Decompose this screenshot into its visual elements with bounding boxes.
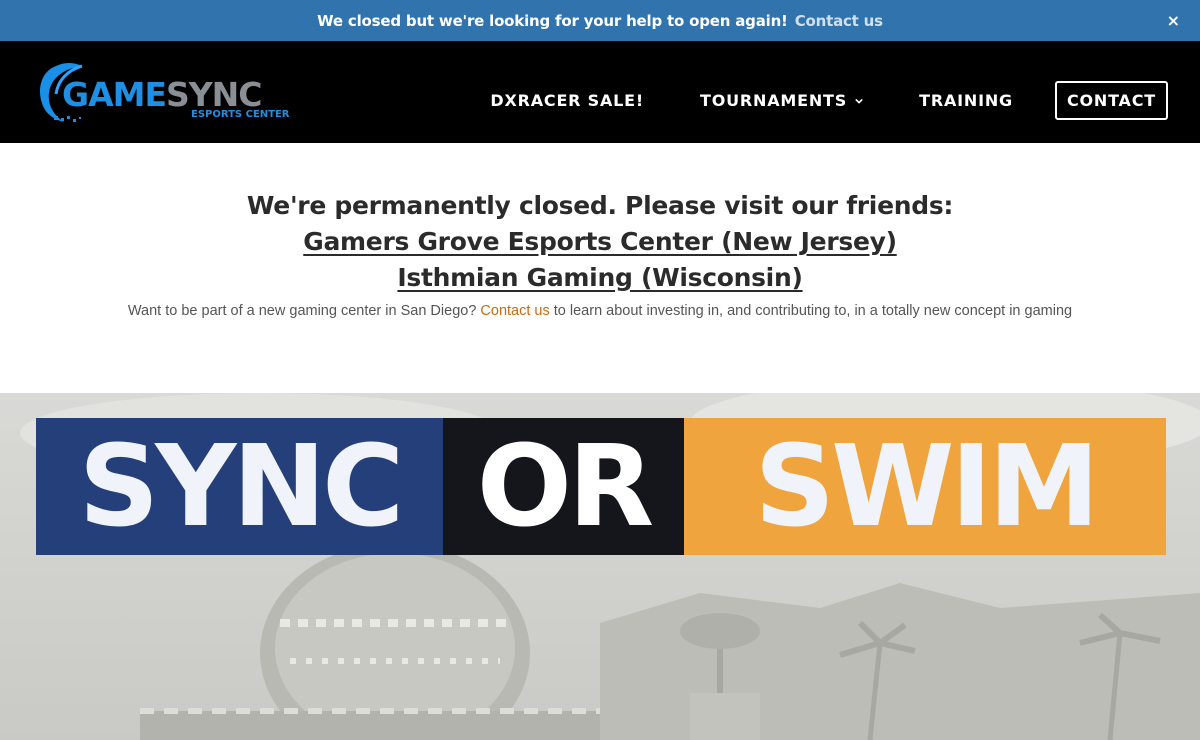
- invest-text-before: Want to be part of a new gaming center i…: [127, 303, 481, 319]
- announcement-message: We closed but we're looking for your hel…: [317, 11, 788, 30]
- isthmian-gaming-link[interactable]: Isthmian Gaming (Wisconsin): [397, 263, 802, 292]
- invest-text-after: to learn about investing in, and contrib…: [549, 303, 1073, 319]
- banner-word-or: OR: [443, 418, 684, 555]
- logo-swoosh-icon: GAMESYNC ESPORTS CENTER: [40, 63, 290, 122]
- sync-or-swim-banner: SYNC OR SWIM: [36, 418, 1166, 555]
- main-nav: DXRACER SALE! TOURNAMENTS TRAINING CONTA…: [434, 81, 1168, 120]
- friend-line-1: Gamers Grove Esports Center (New Jersey): [0, 224, 1200, 260]
- site-header: GAMESYNC ESPORTS CENTER DXRACER SALE! TO…: [0, 41, 1200, 143]
- announcement-bar: We closed but we're looking for your hel…: [0, 0, 1200, 41]
- close-icon[interactable]: ×: [1167, 11, 1180, 30]
- nav-item-label: TRAINING: [919, 91, 1013, 110]
- banner-word-swim: SWIM: [684, 418, 1166, 555]
- friend-line-2: Isthmian Gaming (Wisconsin): [0, 260, 1200, 296]
- nav-item-label: TOURNAMENTS: [700, 91, 848, 110]
- invest-contact-link[interactable]: Contact us: [480, 303, 549, 319]
- nav-item-training[interactable]: TRAINING: [919, 91, 1013, 110]
- chevron-down-icon: [855, 98, 863, 104]
- hero-section: SYNC OR SWIM: [0, 393, 1200, 740]
- closure-notice: We're permanently closed. Please visit o…: [0, 143, 1200, 393]
- nav-item-tournaments[interactable]: TOURNAMENTS: [700, 91, 863, 110]
- banner-word-sync: SYNC: [36, 418, 443, 555]
- logo-tagline: ESPORTS CENTER: [191, 109, 290, 120]
- nav-item-label: DXRACER SALE!: [490, 91, 645, 110]
- gamesync-logo[interactable]: GAMESYNC ESPORTS CENTER: [38, 58, 298, 128]
- announcement-contact-link[interactable]: Contact us: [795, 12, 883, 30]
- nav-item-dxracer-sale[interactable]: DXRACER SALE!: [490, 91, 644, 110]
- logo-brand-part1: GAME: [62, 75, 166, 114]
- contact-button[interactable]: CONTACT: [1054, 81, 1168, 120]
- gamers-grove-link[interactable]: Gamers Grove Esports Center (New Jersey): [303, 227, 897, 256]
- closure-heading: We're permanently closed. Please visit o…: [246, 191, 954, 220]
- invest-paragraph: Want to be part of a new gaming center i…: [0, 303, 1200, 319]
